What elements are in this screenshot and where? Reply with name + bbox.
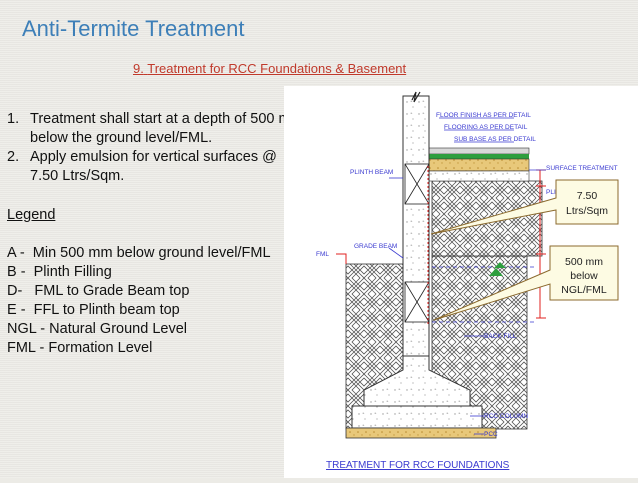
legend-list: A - Min 500 mm below ground level/FML B …	[7, 244, 307, 358]
label-plinth-cut: PLI	[546, 189, 556, 196]
note-number: 2.	[7, 149, 20, 165]
legend-heading: Legend	[7, 207, 56, 223]
callout-rate-line1: 7.50	[577, 190, 598, 202]
note-number: 1.	[7, 111, 20, 127]
foundation-drawing: FLOOR FINISH AS PER DETAIL FLOORING AS P…	[284, 86, 638, 478]
legend-item: NGL - Natural Ground Level	[7, 321, 187, 337]
note-item: 1. Treatment shall start at a depth of 5…	[7, 110, 307, 148]
label-back-fill: BACK FILL	[484, 333, 517, 340]
note-item: 2. Apply emulsion for vertical surfaces …	[7, 148, 307, 186]
callout-depth-line3: NGL/FML	[561, 284, 607, 296]
label-pcc: PCC	[484, 431, 498, 438]
label-sub-base: SUB BASE AS PER DETAIL	[454, 136, 536, 143]
callout-depth-line2: below	[570, 270, 598, 282]
subtitle-text: Treatment for RCC Foundations & Basement	[147, 61, 407, 76]
foundation-section-svg: FLOOR FINISH AS PER DETAIL FLOORING AS P…	[316, 91, 619, 471]
label-fml: FML	[316, 251, 329, 258]
label-plinth-beam: PLINTH BEAM	[350, 169, 393, 176]
drawing-caption: TREATMENT FOR RCC FOUNDATIONS	[326, 460, 510, 471]
note-text: Apply emulsion for vertical surfaces @ 7…	[30, 149, 277, 184]
notes-panel: 1. Treatment shall start at a depth of 5…	[7, 110, 307, 358]
section-subtitle: 9. Treatment for RCC Foundations & Basem…	[133, 61, 406, 76]
label-surface-treatment: SURFACE TREATMENT	[546, 165, 618, 172]
callout-depth-line1: 500 mm	[565, 256, 603, 268]
legend-item: D- FML to Grade Beam top	[7, 283, 190, 299]
legend-item: E - FFL to Plinth beam top	[7, 302, 180, 318]
label-grade-beam: GRADE BEAM	[354, 243, 397, 250]
legend-item: A - Min 500 mm below ground level/FML	[7, 245, 271, 261]
rcc-column	[402, 91, 430, 397]
legend-item: B - Plinth Filling	[7, 264, 112, 280]
label-rcc-column: RCC COLUMN	[484, 413, 528, 420]
callout-rate-line2: Ltrs/Sqm	[566, 205, 608, 217]
floor-layers	[428, 147, 530, 182]
subtitle-number: 9.	[133, 61, 144, 76]
legend-item: FML - Formation Level	[7, 340, 153, 356]
page-title: Anti-Termite Treatment	[22, 16, 245, 41]
label-floor-finish: FLOOR FINISH AS PER DETAIL	[436, 112, 531, 119]
label-flooring: FLOORING AS PER DETAIL	[444, 124, 528, 131]
note-text: Treatment shall start at a depth of 500 …	[30, 111, 303, 146]
